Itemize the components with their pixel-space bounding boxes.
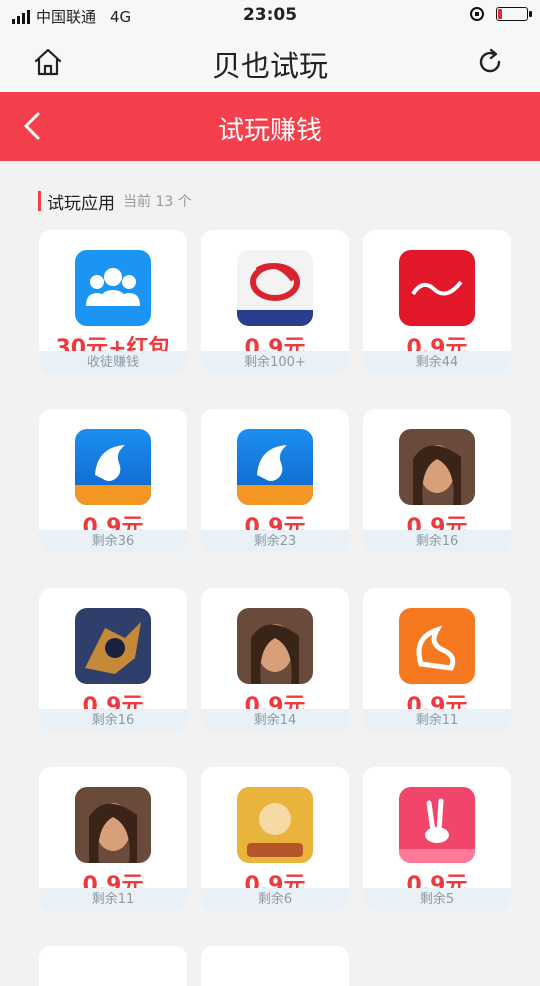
section-title: 试玩应用 <box>47 193 115 214</box>
app-remaining: 剩余100+ <box>201 351 349 374</box>
app-remaining: 剩余6 <box>201 888 349 911</box>
app-card[interactable]: 0.9元 剩余36 <box>39 409 187 553</box>
app-title: 贝也试玩 <box>211 49 328 83</box>
game-warrior-icon <box>75 608 151 684</box>
section-accent-bar <box>38 191 41 211</box>
app-card[interactable]: 0.9元 剩余6 <box>201 767 349 911</box>
app-remaining: 剩余11 <box>39 888 187 911</box>
battery-icon <box>496 7 532 21</box>
section-heading: 试玩应用 当前 13 个 <box>38 190 192 214</box>
team-icon <box>75 250 151 326</box>
game-portrait-icon <box>237 608 313 684</box>
app-card[interactable]: 0.9元 剩余14 <box>201 588 349 732</box>
squirrel-app-icon <box>399 608 475 684</box>
app-card[interactable]: 0.9元 剩余11 <box>39 767 187 911</box>
rotation-lock-icon <box>470 7 484 21</box>
dolphin-app-icon <box>75 429 151 505</box>
page-header: 试玩赚钱 <box>0 92 540 161</box>
game-portrait-icon <box>75 787 151 863</box>
app-card[interactable]: 0.9元 剩余5 <box>363 767 511 911</box>
page-title: 试玩赚钱 <box>217 116 322 146</box>
app-remaining: 剩余23 <box>201 530 349 553</box>
status-bar: 中国联通 4G 23:05 <box>0 0 540 32</box>
app-count: 当前 13 个 <box>123 194 192 210</box>
red-text-app-icon <box>399 250 475 326</box>
app-remaining: 剩余5 <box>363 888 511 911</box>
app-card[interactable]: 0.9元 剩余44 <box>363 230 511 374</box>
app-card-partial[interactable] <box>39 946 187 986</box>
refresh-icon[interactable] <box>474 46 506 78</box>
app-remaining: 剩余36 <box>39 530 187 553</box>
app-card[interactable]: 0.9元 剩余16 <box>39 588 187 732</box>
status-time: 23:05 <box>242 5 298 25</box>
app-card[interactable]: 0.9元 剩余23 <box>201 409 349 553</box>
app-card[interactable]: 0.9元 剩余11 <box>363 588 511 732</box>
app-remaining: 剩余14 <box>201 709 349 732</box>
app-card[interactable]: 0.9元 剩余16 <box>363 409 511 553</box>
app-remaining: 剩余11 <box>363 709 511 732</box>
top-nav-bar: 贝也试玩 <box>0 32 540 92</box>
app-card[interactable]: 30元+红包 收徒赚钱 <box>39 230 187 374</box>
app-remaining: 收徒赚钱 <box>39 351 187 374</box>
app-card[interactable]: 0.9元 剩余100+ <box>201 230 349 374</box>
swirl-app-icon <box>237 250 313 326</box>
status-right <box>470 7 532 21</box>
app-remaining: 剩余16 <box>363 530 511 553</box>
app-remaining: 剩余44 <box>363 351 511 374</box>
bunny-app-icon <box>399 787 475 863</box>
game-cartoon-icon <box>237 787 313 863</box>
app-remaining: 剩余16 <box>39 709 187 732</box>
app-grid: 30元+红包 收徒赚钱 0.9元 剩余100+ 0.9元 剩余44 0.9元 剩余36 0.9元… <box>39 230 513 986</box>
game-portrait-icon <box>399 429 475 505</box>
app-card-partial[interactable] <box>201 946 349 986</box>
dolphin-app-icon <box>237 429 313 505</box>
